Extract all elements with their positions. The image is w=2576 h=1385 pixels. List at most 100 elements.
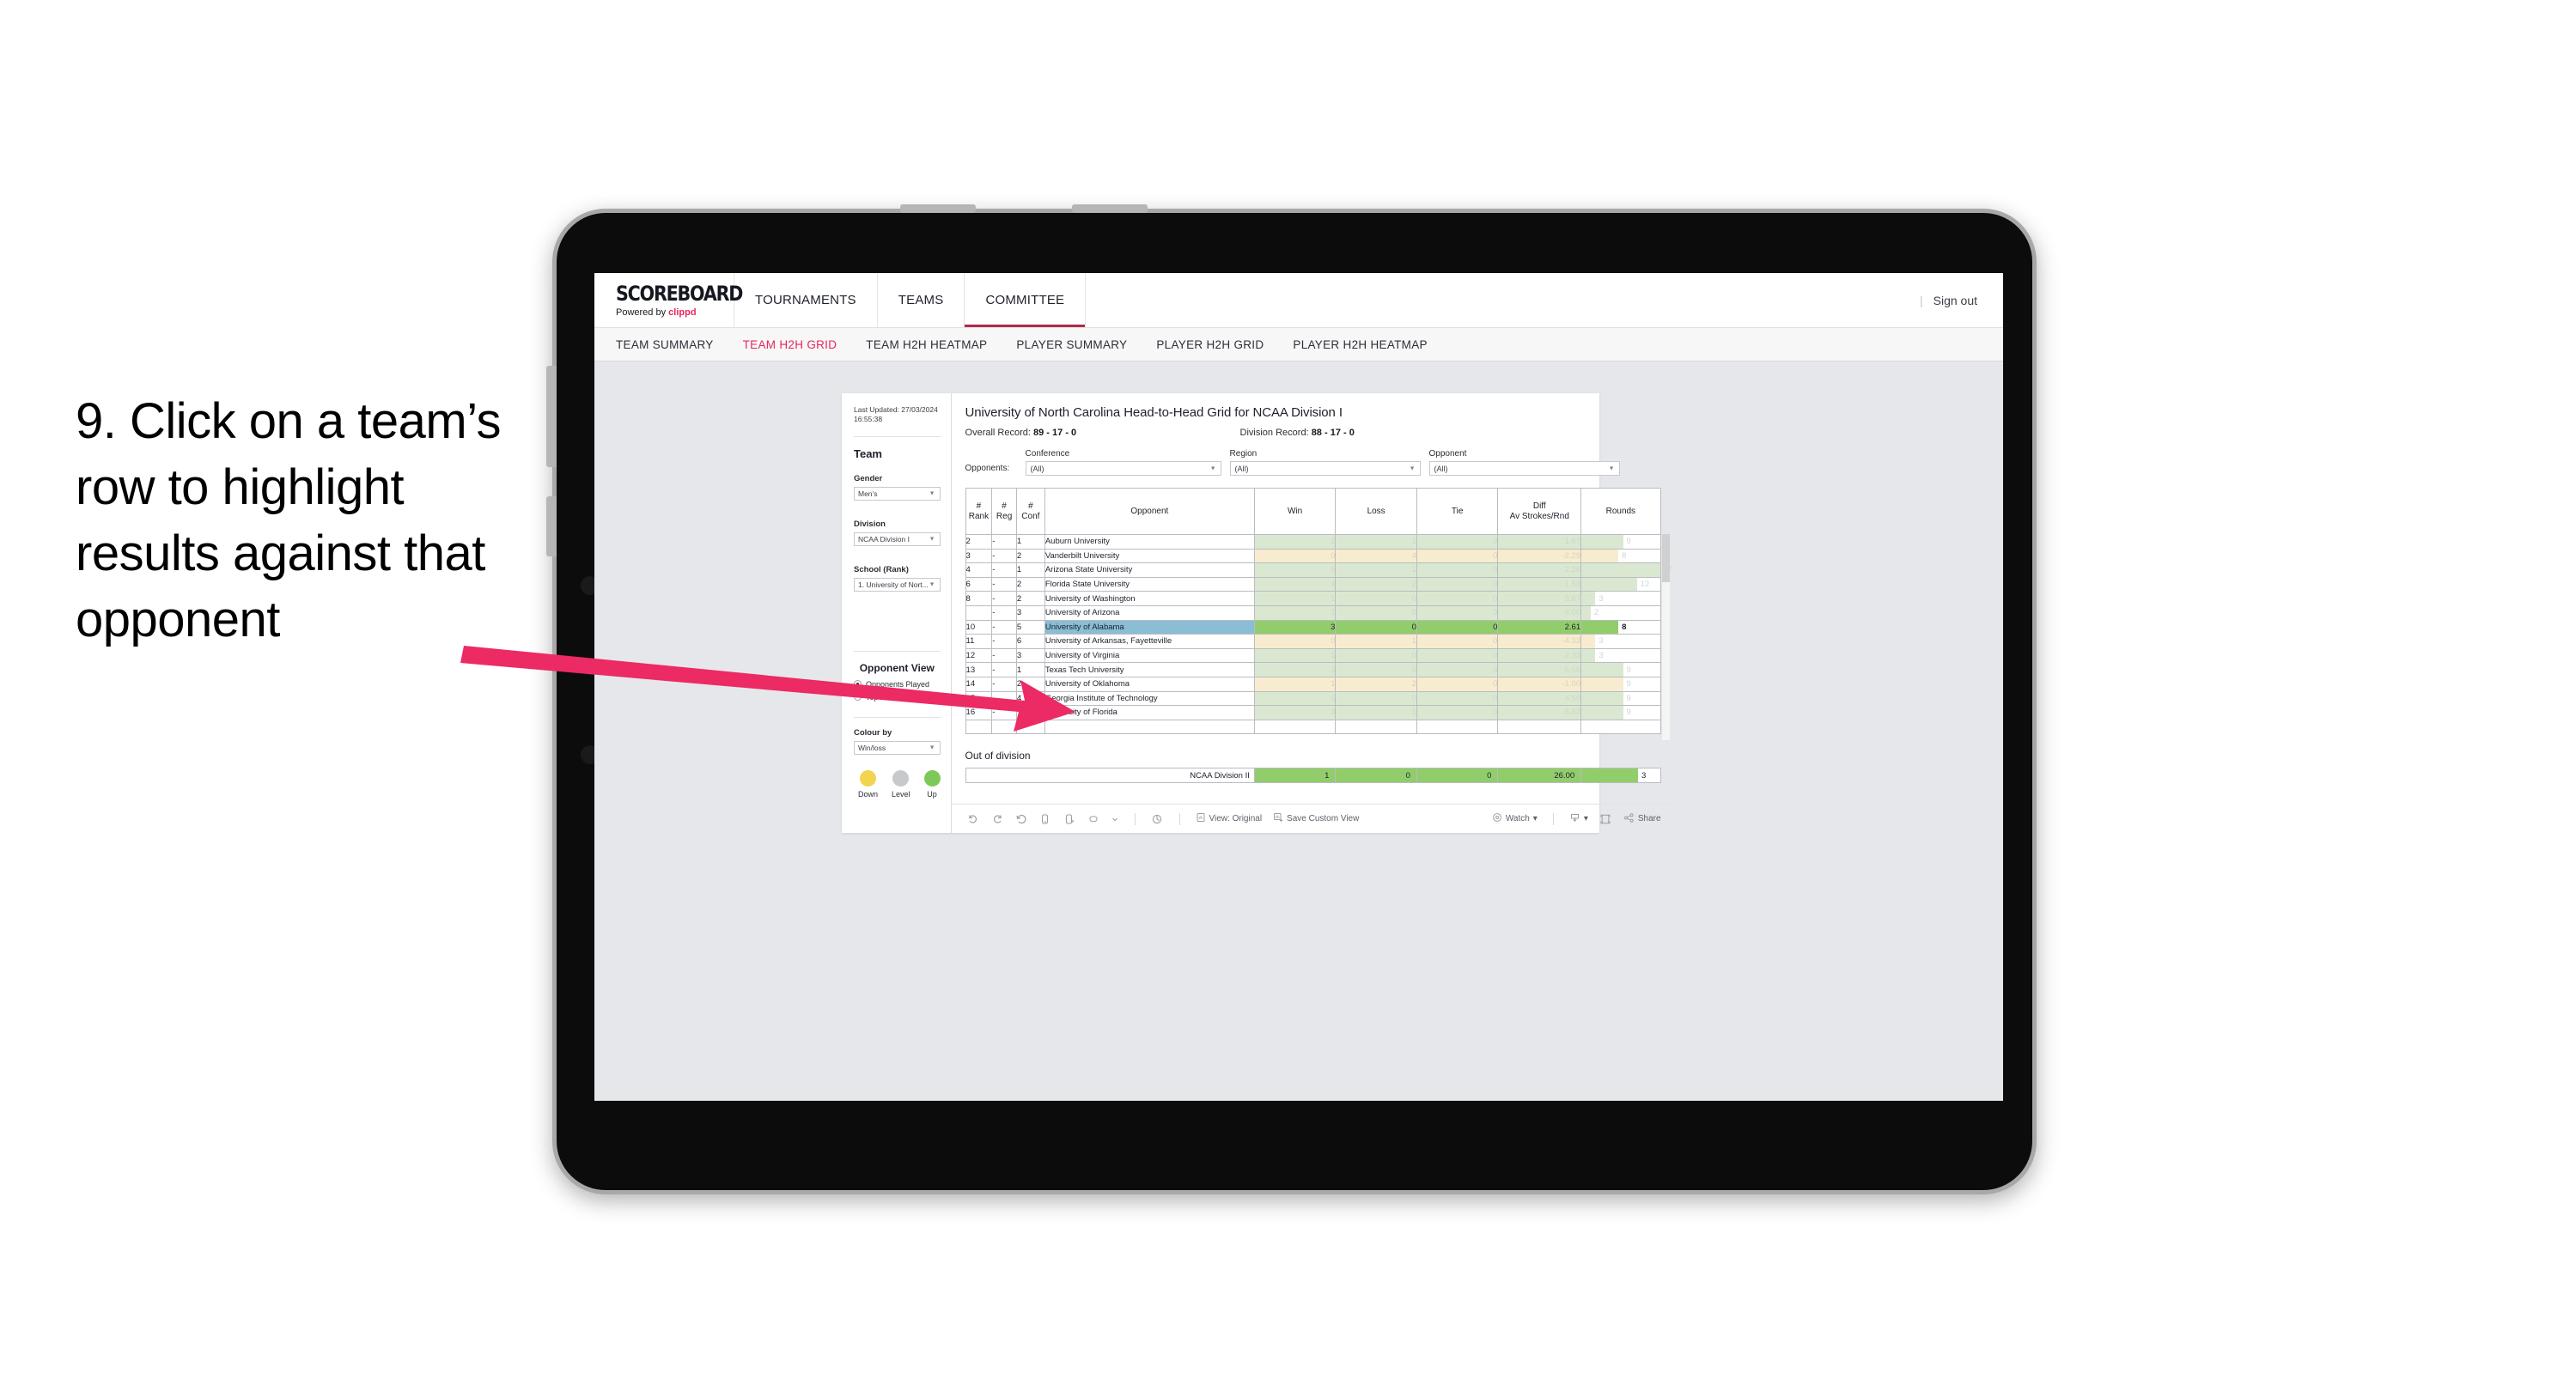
table-row[interactable]: 11-6 University of Arkansas, Fayetteville…	[965, 634, 1661, 649]
fullscreen-icon[interactable]	[1599, 812, 1612, 825]
column-header[interactable]: Opponent	[1044, 488, 1255, 535]
cell-loss: 2	[1335, 576, 1417, 592]
pause-icon[interactable]	[1087, 812, 1100, 825]
save-custom-view-button[interactable]: Save Custom View	[1273, 812, 1359, 825]
school-select[interactable]: 1. University of Nort... ▼	[854, 577, 941, 592]
save-view-icon	[1273, 812, 1283, 825]
table-row[interactable]: -3 University of Arizona 1 0 0 9.00 2	[965, 604, 1661, 621]
subnav-item-player-summary[interactable]: PLAYER SUMMARY	[1016, 338, 1127, 351]
record-summary: Overall Record: 89 - 17 - 0 Division Rec…	[965, 428, 1661, 438]
table-row[interactable]: 6-2 Florida State University 4 2 0 1.83 12	[965, 576, 1661, 592]
column-header[interactable]: Loss	[1335, 488, 1417, 535]
subnav-item-team-summary[interactable]: TEAM SUMMARY	[616, 338, 714, 351]
cell-conference: 2	[1015, 576, 1045, 592]
rounds-value: 8	[1622, 550, 1627, 561]
ood-cell-win: 1	[1253, 768, 1337, 784]
nav-item-tournaments[interactable]: TOURNAMENTS	[734, 273, 878, 327]
out-of-division-row[interactable]: NCAA Division II 1 0 0 26.00 3	[965, 768, 1661, 784]
colour-by-value: Win/loss	[858, 743, 886, 752]
legend-item-down: Down	[858, 769, 878, 799]
subnav-item-team-h2h-grid[interactable]: TEAM H2H GRID	[743, 338, 837, 351]
cell-rank: 10	[965, 619, 993, 635]
nav-item-committee[interactable]: COMMITTEE	[965, 273, 1087, 327]
cell-region: -	[991, 690, 1017, 707]
filter-select-opponent[interactable]: (All) ▼	[1428, 461, 1620, 476]
cell-opponent: Texas Tech University	[1044, 662, 1255, 677]
cell-region: -	[991, 576, 1017, 592]
cell-rank: 11	[965, 634, 993, 649]
cell-diff: 9.00	[1497, 604, 1582, 621]
cell-opponent: University of Oklahoma	[1044, 676, 1255, 692]
table-row[interactable]: 13-1 Texas Tech University 3 0 0 5.56 9	[965, 662, 1661, 677]
table-row[interactable]: 4-1Arizona State University5102.2817	[965, 562, 1672, 578]
table-row[interactable]: 3-2 Vanderbilt University 0 4 0 -2.29 8	[965, 548, 1661, 564]
download-button[interactable]: ▾	[1569, 812, 1588, 826]
division-select[interactable]: NCAA Division I ▼	[854, 532, 941, 546]
rounds-bar	[1581, 768, 1638, 783]
undo-icon[interactable]	[967, 812, 980, 825]
table-row[interactable]: 2-1 Auburn University 2 1 0 1.67 9	[965, 534, 1661, 550]
cell-diff: 4.50	[1497, 690, 1582, 707]
table-row[interactable]: 12-3 University of Virginia 1 0 0 2.33 3	[965, 647, 1661, 664]
chevron-down-icon: ▼	[929, 490, 935, 497]
cell-tie: 0	[1416, 562, 1499, 578]
column-header[interactable]: Win	[1253, 488, 1337, 535]
column-header[interactable]: # Reg	[991, 488, 1017, 535]
cell-win: 3	[1253, 705, 1337, 720]
colour-by-select[interactable]: Win/loss ▼	[854, 740, 941, 755]
redo-icon[interactable]	[991, 812, 1004, 825]
rounds-bar	[1581, 563, 1660, 577]
subnav-item-player-h2h-grid[interactable]: PLAYER H2H GRID	[1156, 338, 1264, 351]
gender-select[interactable]: Men’s ▼	[854, 486, 941, 501]
cell-rank: 4	[965, 562, 993, 578]
revert-icon[interactable]	[1015, 812, 1028, 825]
table-row[interactable]: 8-2 University of Washington 1 0 0 3.67 3	[965, 591, 1661, 606]
nav-item-teams[interactable]: TEAMS	[878, 273, 965, 327]
rounds-value: 9	[1626, 665, 1631, 675]
table-row[interactable]: 10-5 University of Alabama 3 0 0 2.61 8	[965, 619, 1661, 635]
subnav-item-player-h2h-heatmap[interactable]: PLAYER H2H HEATMAP	[1293, 338, 1427, 351]
filter-group-opponent: Opponent (All) ▼	[1428, 449, 1620, 476]
ood-cell-loss: 0	[1335, 768, 1417, 784]
column-header[interactable]: # Rank	[965, 488, 993, 535]
gender-value: Men’s	[858, 489, 878, 498]
signout-link[interactable]: Sign out	[1934, 294, 1977, 307]
refresh-data-icon[interactable]	[1039, 812, 1052, 825]
cell-loss: 0	[1335, 690, 1417, 707]
cell-rounds: 2	[1580, 604, 1661, 621]
subnav-item-team-h2h-heatmap[interactable]: TEAM H2H HEATMAP	[866, 338, 987, 351]
view-original-button[interactable]: View: Original	[1196, 812, 1262, 825]
column-header[interactable]: Diff Av Strokes/Rnd	[1497, 488, 1582, 535]
cell-win: 5	[1253, 690, 1337, 707]
filter-select-region[interactable]: (All) ▼	[1229, 461, 1421, 476]
cell-rank: 3	[965, 548, 993, 564]
brand-logo[interactable]: SCOREBOARD Powered by clippd	[594, 273, 743, 327]
cell-conference: 5	[1015, 619, 1045, 635]
table-row[interactable]: 16-7 University of Florida 3 1 0 6.62 9	[965, 705, 1661, 720]
cell-diff: 2.33	[1497, 647, 1582, 664]
radio-option-opponents-played[interactable]: Opponents Played	[854, 680, 941, 689]
out-of-division-title: Out of division	[965, 750, 1031, 762]
rounds-bar	[1581, 635, 1596, 648]
pause-auto-update-icon[interactable]	[1063, 812, 1076, 825]
column-header[interactable]: Tie	[1416, 488, 1499, 535]
share-button[interactable]: Share	[1623, 812, 1675, 826]
table-scrollbar[interactable]	[1661, 534, 1670, 740]
filter-group-conference: Conference (All) ▼	[1025, 449, 1221, 476]
pause-refresh-icon[interactable]	[1151, 812, 1164, 825]
table-row[interactable]: 14-2 University of Oklahoma 1 2 0 -1.00 9	[965, 676, 1661, 692]
table-scrollbar-thumb[interactable]	[1661, 534, 1670, 582]
division-value: NCAA Division I	[858, 534, 910, 544]
chevron-down-icon[interactable]	[1111, 812, 1119, 825]
watch-button[interactable]: Watch ▾	[1492, 812, 1538, 825]
column-header[interactable]: # Conf	[1015, 488, 1045, 535]
radio-option-top-100[interactable]: Top 100	[854, 693, 941, 702]
division-record: Division Record: 88 - 17 - 0	[1240, 428, 1355, 438]
column-header[interactable]: Rounds	[1580, 488, 1661, 535]
signout-area: | Sign out	[1920, 273, 2003, 327]
cell-conference: 7	[1015, 705, 1045, 720]
filter-select-conference[interactable]: (All) ▼	[1025, 461, 1221, 476]
table-row[interactable]: 15-4 Georgia Institute of Technology 5 0 0 4.…	[965, 690, 1661, 707]
secondary-nav: TEAM SUMMARY TEAM H2H GRID TEAM H2H HEATMA…	[594, 327, 2003, 361]
